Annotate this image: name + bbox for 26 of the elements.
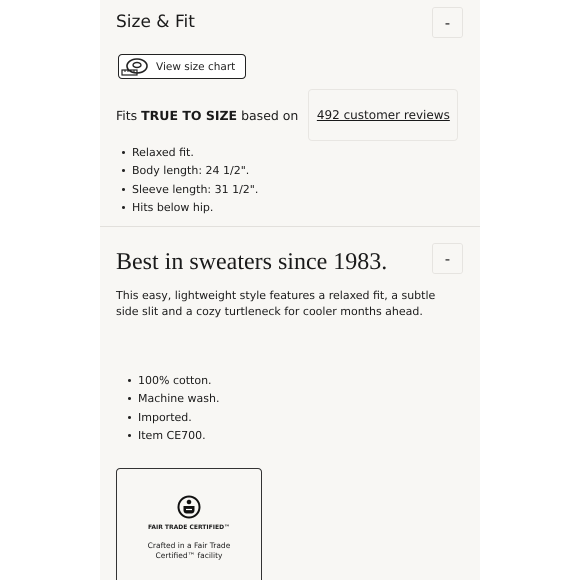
list-item: Sleeve length: 31 1/2". <box>132 182 258 196</box>
bullet-icon <box>128 378 131 382</box>
bullet-icon <box>128 434 131 438</box>
person-badge-icon <box>177 495 201 519</box>
bullet-icon <box>122 206 125 210</box>
size-chart-button[interactable]: View size chart <box>118 54 246 79</box>
list-item: Machine wash. <box>138 392 220 406</box>
description-text: This easy, lightweight style features a relaxed fit, a subtle side slit and a cozy turtleneck for cooler months ahead. <box>116 288 436 319</box>
bullet-icon <box>128 397 131 400</box>
bullet-icon <box>122 188 125 191</box>
bullet-icon <box>122 150 125 154</box>
reviews-link[interactable]: 492 customer reviews <box>316 108 450 122</box>
measuring-tape-icon <box>121 56 149 78</box>
list-item: Item CE700. <box>138 429 206 442</box>
section-title: Best in sweaters since 1983. <box>116 248 388 276</box>
fit-summary: Fits TRUE TO SIZE based on <box>116 108 298 122</box>
list-item: Body length: 24 1/2". <box>132 164 250 178</box>
section-title: Size & Fit <box>116 11 195 32</box>
list-item: Relaxed fit. <box>132 146 194 159</box>
list-item: 100% cotton. <box>138 374 212 387</box>
collapse-button[interactable]: - <box>432 243 463 274</box>
bullet-icon <box>122 169 125 172</box>
collapse-button[interactable]: - <box>432 7 463 38</box>
list-item: Imported. <box>138 410 192 424</box>
bullet-icon <box>128 416 131 419</box>
list-item: Hits below hip. <box>132 201 214 214</box>
